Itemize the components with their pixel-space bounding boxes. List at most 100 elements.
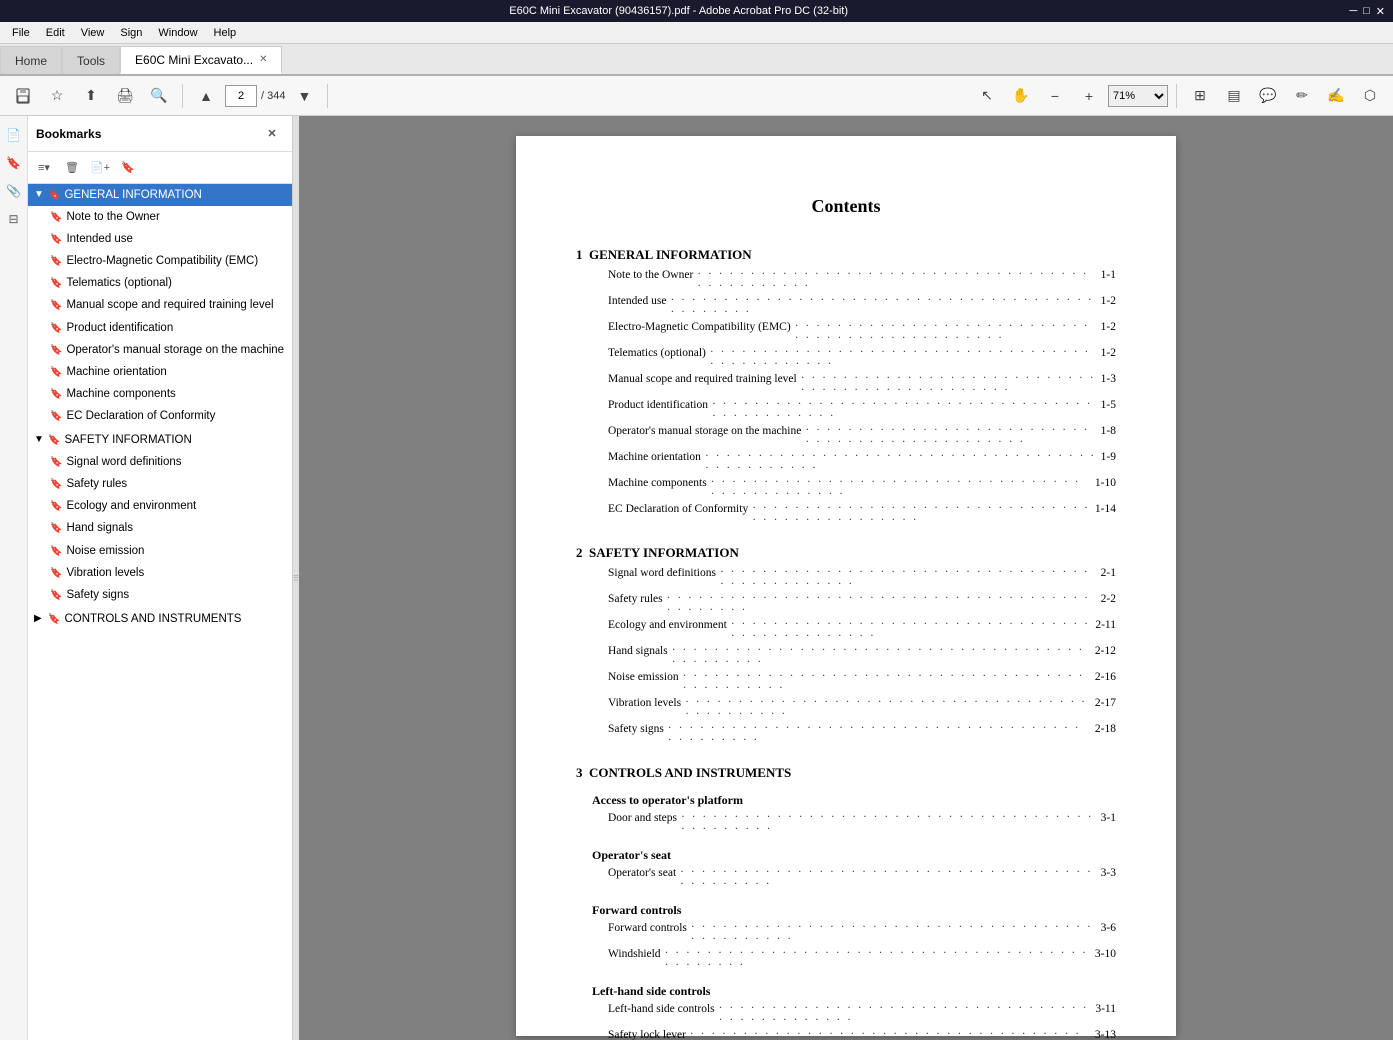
toc-subsection-heading: Operator's seat: [592, 848, 1116, 863]
hand-tool[interactable]: ✋: [1006, 81, 1036, 111]
page-number-input[interactable]: 2: [225, 85, 257, 107]
toc-entry: Signal word definitions · · · · · · · · …: [576, 567, 1116, 591]
bookmark-vibration[interactable]: 🔖 Vibration levels: [28, 562, 292, 584]
delete-bookmark-button[interactable]: 🗑: [60, 156, 84, 180]
toc-title: Contents: [576, 196, 1116, 217]
attachments-panel-icon[interactable]: 📎: [3, 180, 25, 202]
toc-section-1-entries: Note to the Owner · · · · · · · · · · · …: [576, 269, 1116, 527]
bookmark-note-owner[interactable]: 🔖 Note to the Owner: [28, 206, 292, 228]
toggle-safety-info[interactable]: ▼: [34, 433, 48, 447]
toc-entry: Hand signals · · · · · · · · · · · · · ·…: [576, 645, 1116, 669]
zoom-in-button[interactable]: +: [1074, 81, 1104, 111]
bookmark-telematics[interactable]: 🔖 Telematics (optional): [28, 272, 292, 294]
bookmark-controls[interactable]: ▶ 🔖 CONTROLS AND INSTRUMENTS: [28, 608, 292, 630]
layers-panel-icon[interactable]: ⊟: [3, 208, 25, 230]
bookmark-signal-word[interactable]: 🔖 Signal word definitions: [28, 451, 292, 473]
minimize-button[interactable]: ─: [1349, 5, 1357, 18]
bookmark-safety-info[interactable]: ▼ 🔖 SAFETY INFORMATION: [28, 429, 292, 451]
bookmark-icon-safety-signs: 🔖: [50, 589, 62, 603]
comment-button[interactable]: 💬: [1253, 81, 1283, 111]
bookmark-ecology[interactable]: 🔖 Ecology and environment: [28, 495, 292, 517]
zoom-select[interactable]: 71% 50% 75% 100% 125% 150%: [1108, 85, 1168, 107]
menu-bar: File Edit View Sign Window Help: [0, 22, 1393, 44]
bookmark-hand-signals[interactable]: 🔖 Hand signals: [28, 517, 292, 539]
bookmark-icon-hand-signals: 🔖: [50, 522, 62, 536]
toc-entry: Electro-Magnetic Compatibility (EMC) · ·…: [576, 321, 1116, 345]
markup-button[interactable]: ✏: [1287, 81, 1317, 111]
pdf-viewer-area[interactable]: Contents 1 GENERAL INFORMATION Note to t…: [299, 116, 1393, 1040]
bookmarks-list: ▼ 🔖 GENERAL INFORMATION 🔖 Note to the Ow…: [28, 184, 292, 1040]
bookmark-icon-product-id: 🔖: [50, 322, 62, 336]
menu-sign[interactable]: Sign: [112, 25, 150, 41]
pages-panel-icon[interactable]: 📄: [3, 124, 25, 146]
toc-entry: Noise emission · · · · · · · · · · · · ·…: [576, 671, 1116, 695]
save-button[interactable]: [8, 81, 38, 111]
bookmark-operators-manual[interactable]: 🔖 Operator's manual storage on the machi…: [28, 339, 292, 361]
tab-doc-close[interactable]: ✕: [259, 54, 267, 65]
print-button[interactable]: 🖨: [110, 81, 140, 111]
toc-entry: Machine orientation · · · · · · · · · · …: [576, 451, 1116, 475]
menu-help[interactable]: Help: [206, 25, 245, 41]
bookmark-label-ec-decl: EC Declaration of Conformity: [66, 408, 288, 424]
toc-entry: Note to the Owner · · · · · · · · · · · …: [576, 269, 1116, 293]
toc-entry: Ecology and environment · · · · · · · · …: [576, 619, 1116, 643]
tab-tools-label: Tools: [77, 54, 105, 68]
toolbar-sep-1: [182, 84, 183, 108]
next-page-button[interactable]: ▼: [289, 81, 319, 111]
toc-section-2-heading: 2 SAFETY INFORMATION: [576, 545, 1116, 561]
menu-file[interactable]: File: [4, 25, 38, 41]
toc-entry: Left-hand side controls · · · · · · · · …: [576, 1003, 1116, 1027]
close-button[interactable]: ✕: [1376, 5, 1385, 18]
share-doc-button[interactable]: ⬡: [1355, 81, 1385, 111]
toc-entry: Windshield · · · · · · · · · · · · · · ·…: [576, 948, 1116, 972]
fit-page-button[interactable]: ⊞: [1185, 81, 1215, 111]
bookmark-machine-comp[interactable]: 🔖 Machine components: [28, 383, 292, 405]
bookmark-intended-use[interactable]: 🔖 Intended use: [28, 228, 292, 250]
bookmark-emc[interactable]: 🔖 Electro-Magnetic Compatibility (EMC): [28, 250, 292, 272]
maximize-button[interactable]: □: [1363, 5, 1370, 18]
bookmark-icon-machine-comp: 🔖: [50, 388, 62, 402]
bookmark-button[interactable]: ☆: [42, 81, 72, 111]
prev-page-button[interactable]: ▲: [191, 81, 221, 111]
toc-section-3-heading: 3 CONTROLS AND INSTRUMENTS: [576, 765, 1116, 781]
tab-tools[interactable]: Tools: [62, 46, 120, 74]
select-tool[interactable]: ↖: [972, 81, 1002, 111]
expand-bookmarks-button[interactable]: 🔖: [116, 156, 140, 180]
tab-home-label: Home: [15, 54, 47, 68]
bookmark-label-vibration: Vibration levels: [66, 565, 288, 581]
toc-subsection-heading: Forward controls: [592, 903, 1116, 918]
menu-window[interactable]: Window: [150, 25, 205, 41]
zoom-out-button[interactable]: −: [1040, 81, 1070, 111]
draw-button[interactable]: ✍: [1321, 81, 1351, 111]
bookmark-safety-signs[interactable]: 🔖 Safety signs: [28, 584, 292, 606]
toggle-controls[interactable]: ▶: [34, 612, 48, 626]
toc-entry: Safety lock lever · · · · · · · · · · · …: [576, 1029, 1116, 1040]
add-bookmark-button[interactable]: 📄+: [88, 156, 112, 180]
bookmark-icon-machine-orient: 🔖: [50, 366, 62, 380]
sidebar-close-button[interactable]: ✕: [260, 122, 284, 146]
bookmark-label-product-id: Product identification: [66, 320, 288, 336]
bookmark-product-id[interactable]: 🔖 Product identification: [28, 317, 292, 339]
zoom-controls: 71% 50% 75% 100% 125% 150%: [1108, 85, 1168, 107]
bookmark-machine-orient[interactable]: 🔖 Machine orientation: [28, 361, 292, 383]
tab-home[interactable]: Home: [0, 46, 62, 74]
tab-doc[interactable]: E60C Mini Excavato... ✕: [120, 46, 282, 74]
find-button[interactable]: 🔍: [144, 81, 174, 111]
share-button[interactable]: ⬆: [76, 81, 106, 111]
bookmarks-options-button[interactable]: ≡▾: [32, 156, 56, 180]
bookmark-safety-rules[interactable]: 🔖 Safety rules: [28, 473, 292, 495]
bookmark-label-note-owner: Note to the Owner: [66, 209, 288, 225]
menu-view[interactable]: View: [73, 25, 113, 41]
bookmarks-panel-icon[interactable]: 🔖: [3, 152, 25, 174]
toc-entry: Operator's seat · · · · · · · · · · · · …: [576, 867, 1116, 891]
bookmark-general-info[interactable]: ▼ 🔖 GENERAL INFORMATION: [28, 184, 292, 206]
bookmark-label-ecology: Ecology and environment: [66, 498, 288, 514]
reading-mode-button[interactable]: ▤: [1219, 81, 1249, 111]
bookmark-label-telematics: Telematics (optional): [66, 275, 288, 291]
toggle-general-info[interactable]: ▼: [34, 188, 48, 202]
bookmark-manual-scope[interactable]: 🔖 Manual scope and required training lev…: [28, 294, 292, 316]
bookmark-ec-decl[interactable]: 🔖 EC Declaration of Conformity: [28, 405, 292, 427]
menu-edit[interactable]: Edit: [38, 25, 73, 41]
bookmark-noise[interactable]: 🔖 Noise emission: [28, 540, 292, 562]
toc-section-3-subsections: Access to operator's platformDoor and st…: [576, 793, 1116, 1040]
